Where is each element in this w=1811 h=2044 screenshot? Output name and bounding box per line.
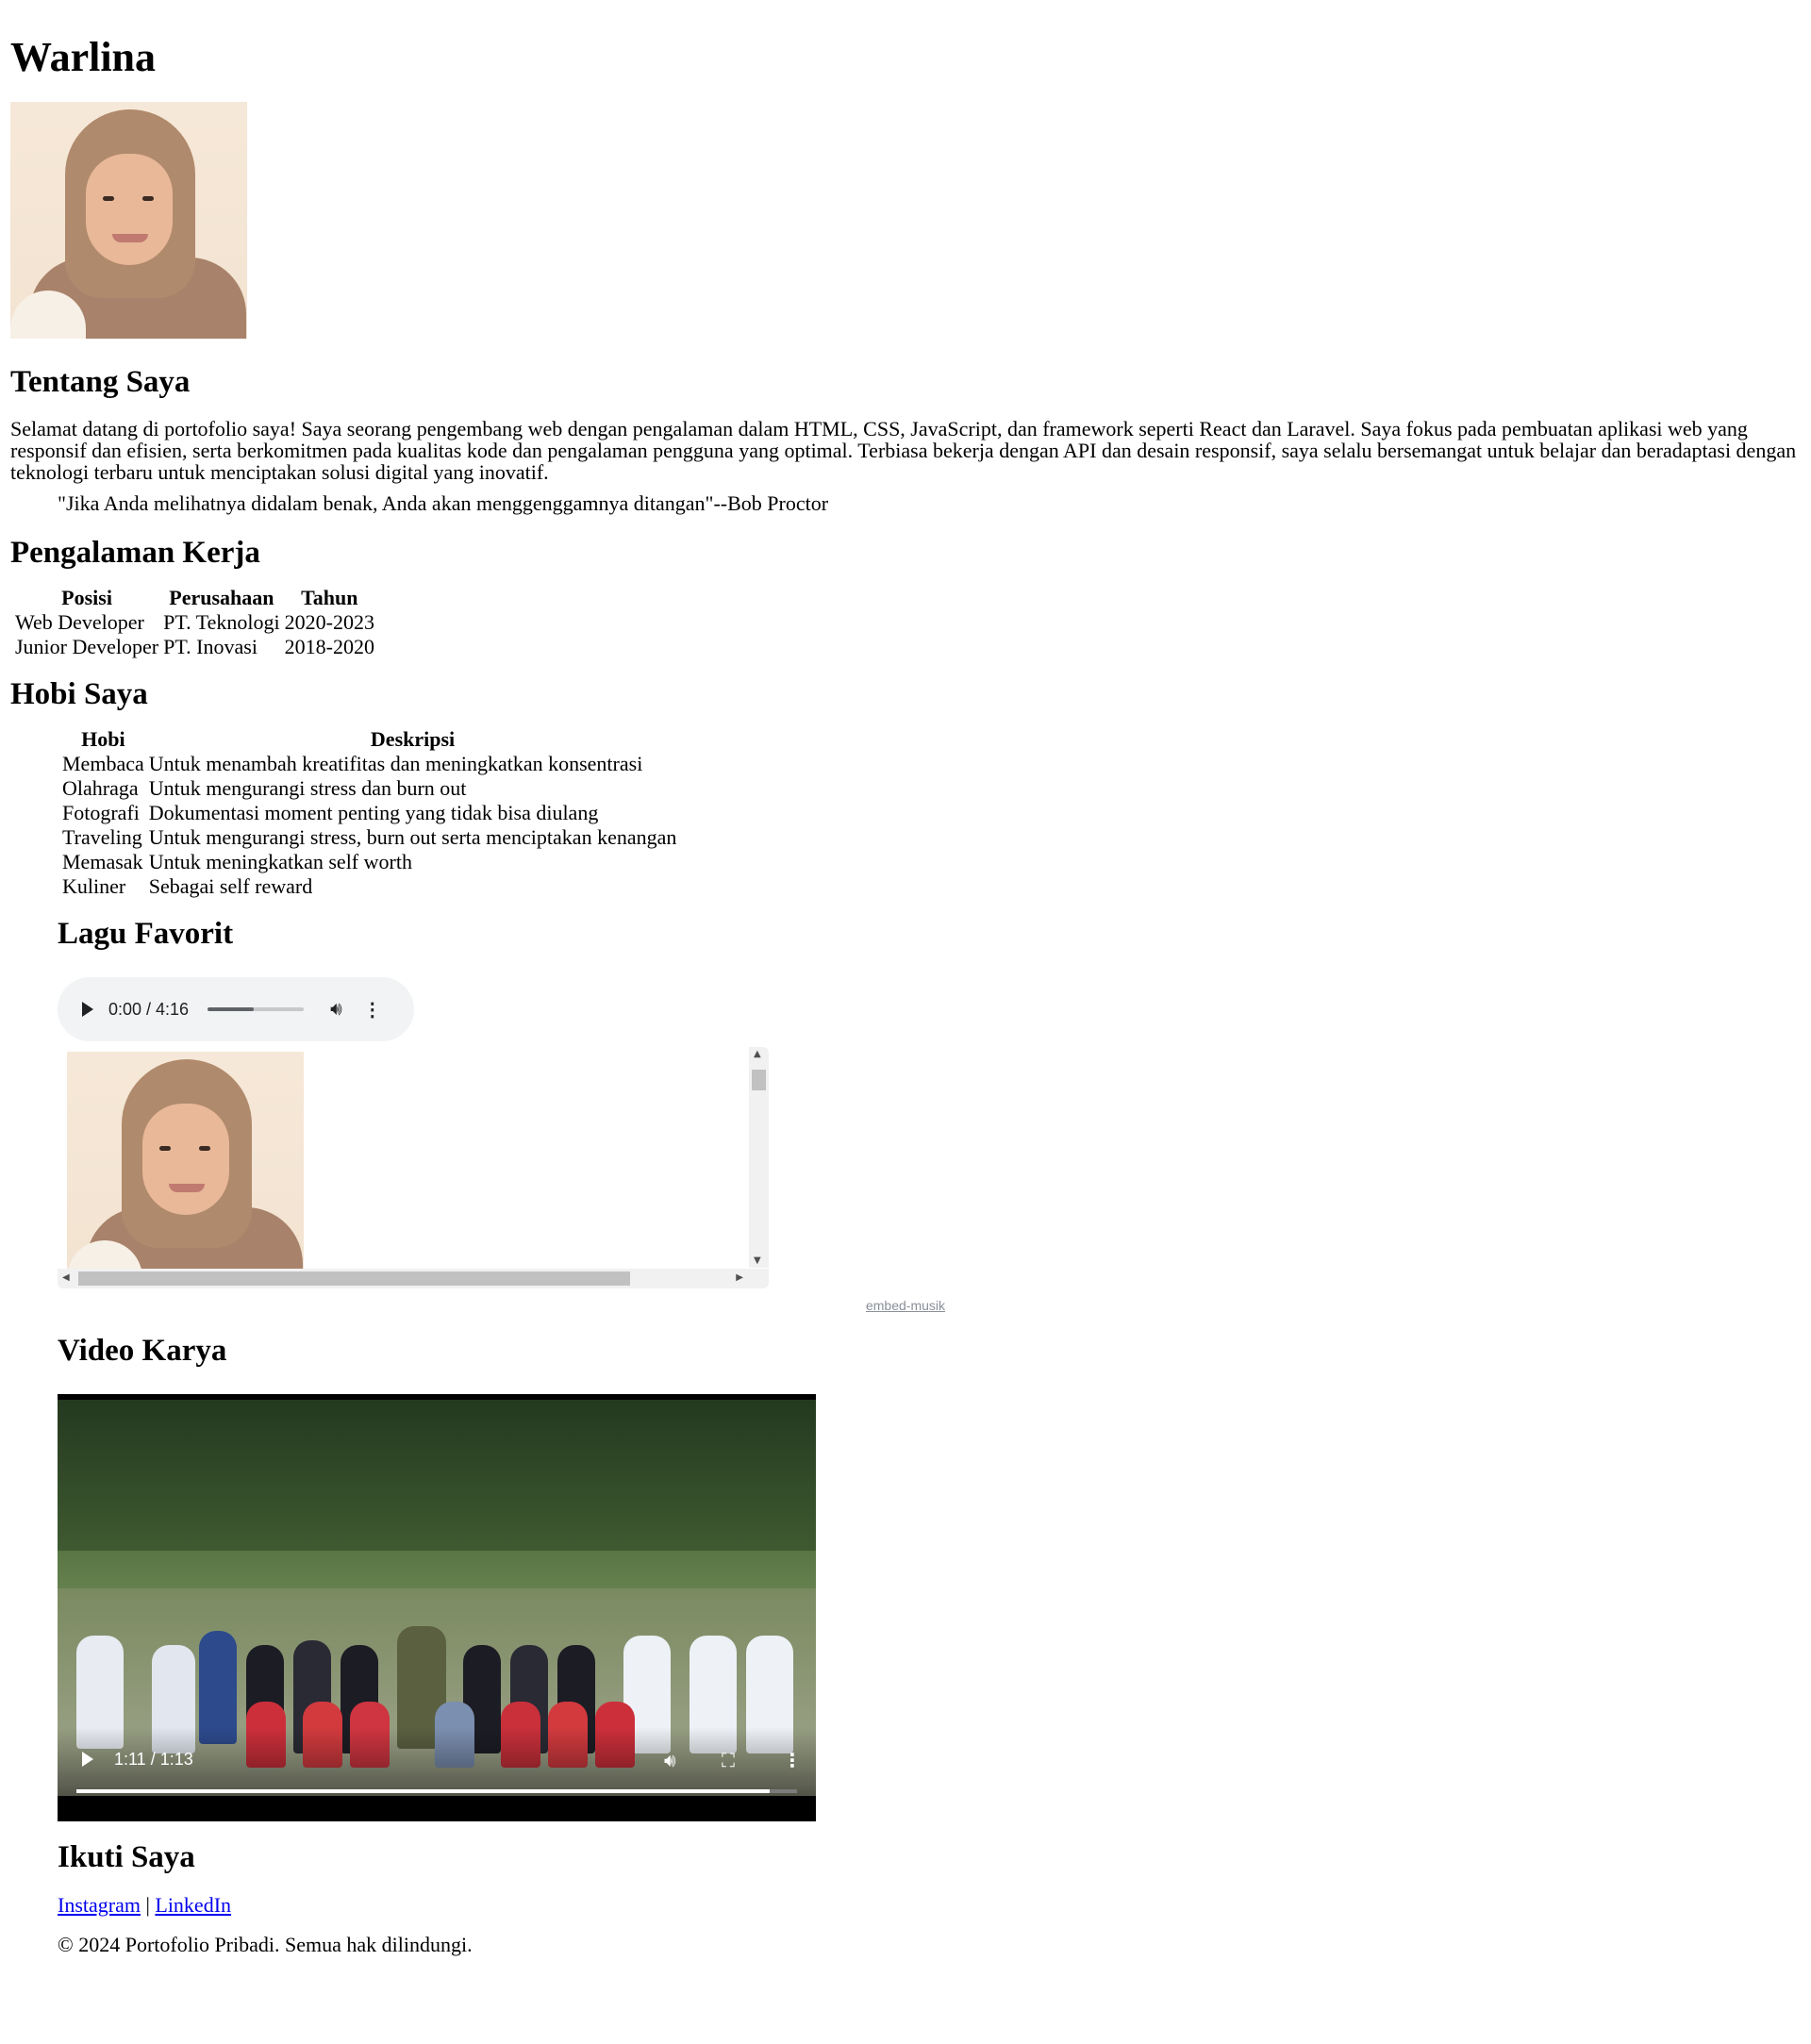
table-cell: 2020-2023 [284, 610, 374, 634]
video-progress-bar[interactable] [76, 1789, 797, 1793]
table-row: Fotografi Dokumentasi moment penting yang… [61, 802, 677, 824]
vertical-scrollbar[interactable]: ▲ ▼ [749, 1047, 769, 1268]
table-row: Kuliner Sebagai self reward [61, 875, 677, 898]
footer-text: © 2024 Portofolio Pribadi. Semua hak dil… [58, 1933, 473, 1956]
table-header: Hobi [81, 727, 125, 751]
hobbies-heading: Hobi Saya [10, 677, 148, 711]
play-icon[interactable] [82, 1002, 93, 1017]
table-header-row: Posisi Perusahaan Tahun [14, 587, 375, 609]
table-header: Posisi [61, 586, 112, 609]
fullscreen-icon[interactable]: ⛶ [722, 1749, 735, 1771]
link-separator: | [145, 1893, 150, 1917]
linkedin-link[interactable]: LinkedIn [155, 1893, 231, 1917]
table-cell: PT. Teknologi [163, 610, 280, 634]
about-text: Selamat datang di portofolio saya! Saya … [10, 417, 1797, 484]
table-cell: Junior Developer [15, 635, 159, 658]
page-title: Warlina [10, 34, 157, 80]
hobbies-table: Hobi Deskripsi Membaca Untuk menambah kre… [58, 726, 680, 900]
table-header: Deskripsi [370, 727, 456, 751]
table-cell: Olahraga [62, 776, 139, 800]
table-cell: Dokumentasi moment penting yang tidak bi… [148, 801, 599, 824]
table-cell: Membaca [62, 752, 144, 775]
table-row: Membaca Untuk menambah kreatifitas dan me… [61, 753, 677, 775]
audio-volume-slider[interactable] [208, 1007, 305, 1011]
audio-time: 0:00 / 4:16 [108, 999, 190, 1019]
page: Warlina Tentang Saya Selamat datang di p… [0, 0, 1811, 1957]
embed-music-link[interactable]: embed-musik [0, 1298, 1811, 1313]
table-cell: Fotografi [62, 801, 140, 824]
table-cell: Untuk mengurangi stress dan burn out [148, 776, 467, 800]
more-vert-icon[interactable]: ⋮ [783, 1749, 802, 1771]
table-row: Junior Developer PT. Inovasi 2018-2020 [14, 636, 375, 658]
table-header-row: Hobi Deskripsi [61, 728, 677, 751]
table-cell: Untuk mengurangi stress, burn out serta … [148, 825, 677, 849]
video-heading: Video Karya [58, 1334, 227, 1368]
experience-table: Posisi Perusahaan Tahun Web Developer PT… [11, 585, 378, 660]
embed-photo [67, 1052, 304, 1271]
table-header: Tahun [301, 586, 358, 609]
table-cell: Web Developer [15, 610, 144, 634]
audio-player[interactable]: 0:00 / 4:16 🔊︎ ⋮ [58, 977, 414, 1041]
video-section: Video Karya 1:11 / 1:13 🔊︎ ⛶ ⋮ Ikuti Say… [58, 1332, 1801, 1957]
social-links: Instagram | LinkedIn [58, 1893, 1801, 1918]
table-cell: Untuk meningkatkan self worth [148, 850, 412, 873]
music-embed-frame[interactable]: ▲ ▼ ◀ ▶ [58, 1047, 769, 1288]
video-time: 1:11 / 1:13 [114, 1750, 193, 1769]
volume-icon[interactable]: 🔊︎ [664, 1749, 676, 1771]
horizontal-scrollbar[interactable]: ◀ ▶ [58, 1269, 769, 1288]
table-row: Web Developer PT. Teknologi 2020-2023 [14, 611, 375, 634]
profile-photo [10, 102, 247, 339]
hobbies-section: Hobi Deskripsi Membaca Untuk menambah kre… [58, 726, 1801, 1288]
about-heading: Tentang Saya [10, 365, 191, 399]
quote: "Jika Anda melihatnya didalam benak, And… [58, 491, 829, 515]
table-row: Memasak Untuk meningkatkan self worth [61, 851, 677, 873]
table-cell: Sebagai self reward [148, 874, 313, 898]
social-heading: Ikuti Saya [58, 1840, 195, 1874]
video-player[interactable]: 1:11 / 1:13 🔊︎ ⛶ ⋮ [58, 1394, 816, 1821]
instagram-link[interactable]: Instagram [58, 1893, 141, 1917]
table-cell: Memasak [62, 850, 143, 873]
table-cell: Untuk menambah kreatifitas dan meningkat… [148, 752, 643, 775]
table-cell: Traveling [62, 825, 142, 849]
more-vert-icon[interactable]: ⋮ [363, 998, 382, 1022]
table-row: Olahraga Untuk mengurangi stress dan burn… [61, 777, 677, 800]
experience-heading: Pengalaman Kerja [10, 536, 260, 570]
table-cell: PT. Inovasi [163, 635, 258, 658]
table-cell: Kuliner [62, 874, 126, 898]
table-row: Traveling Untuk mengurangi stress, burn o… [61, 826, 677, 849]
volume-icon[interactable]: 🔊︎ [330, 999, 342, 1021]
music-heading: Lagu Favorit [58, 917, 234, 951]
play-icon[interactable] [82, 1752, 93, 1767]
table-header: Perusahaan [169, 586, 274, 609]
table-cell: 2018-2020 [284, 635, 374, 658]
